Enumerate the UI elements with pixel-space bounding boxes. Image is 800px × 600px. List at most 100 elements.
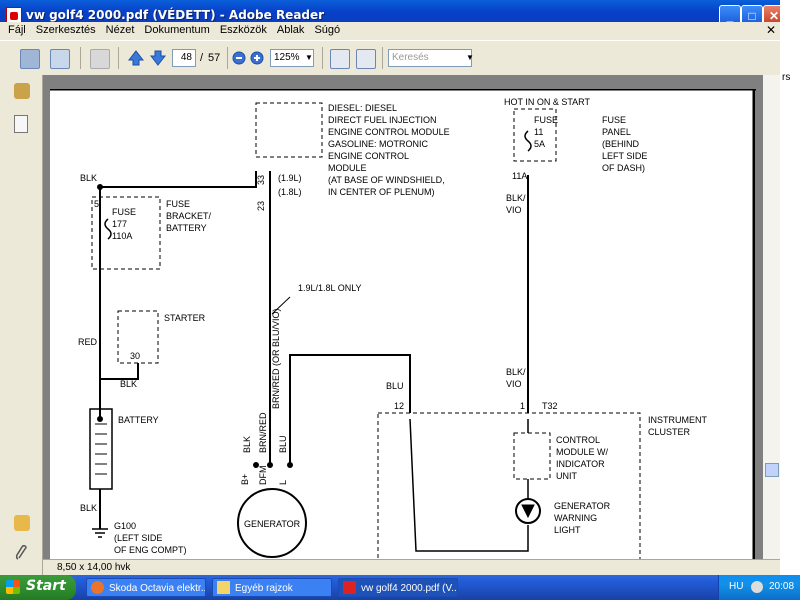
- search-input[interactable]: Keresés: [388, 49, 472, 67]
- page-number-input[interactable]: 48: [172, 49, 196, 67]
- pin-33-label: 33: [256, 175, 266, 185]
- fit-page-icon[interactable]: [330, 49, 350, 69]
- start-button[interactable]: Start: [0, 575, 76, 600]
- fuse11-line-3: 5A: [534, 139, 545, 149]
- hot-in-label: HOT IN ON & START: [504, 97, 591, 107]
- window-title: vw golf4 2000.pdf (VÉDETT) - Adobe Reade…: [26, 8, 325, 22]
- diesel-module-line-2: DIRECT FUEL INJECTION: [328, 115, 437, 125]
- next-page-icon[interactable]: [149, 49, 167, 67]
- vertical-scrollbar[interactable]: [763, 75, 780, 559]
- pin-23-label: 23: [256, 201, 266, 211]
- blu-top-label: BLU: [386, 381, 404, 391]
- engine-1-8-label: (1.8L): [278, 187, 302, 197]
- scroll-thumb[interactable]: [765, 463, 779, 477]
- diesel-module-line-7: (AT BASE OF WINDSHIELD,: [328, 175, 445, 185]
- control-module-line-3: INDICATOR: [556, 459, 605, 469]
- red-label: RED: [78, 337, 98, 347]
- language-indicator[interactable]: HU: [729, 581, 743, 592]
- only-note-label: 1.9L/1.8L ONLY: [298, 283, 362, 293]
- blk-vio-2-line-1: BLK/: [506, 367, 526, 377]
- g100-line-1: G100: [114, 521, 136, 531]
- email-icon[interactable]: [50, 49, 70, 69]
- blu-gen-label: BLU: [278, 435, 288, 453]
- previous-page-icon[interactable]: [127, 49, 145, 67]
- blk-vio-1-line-2: VIO: [506, 205, 522, 215]
- engine-1-9-label: (1.9L): [278, 173, 302, 183]
- battery-label: BATTERY: [118, 415, 159, 425]
- pin-12-label: 12: [394, 401, 404, 411]
- task-vw-golf4-pdf[interactable]: vw golf4 2000.pdf (V...: [338, 578, 458, 597]
- lock-icon[interactable]: [14, 83, 30, 99]
- pin-11a-label: 11A: [512, 171, 527, 181]
- fuse-panel-line-5: OF DASH): [602, 163, 645, 173]
- diesel-module-line-1: DIESEL: DIESEL: [328, 103, 397, 113]
- diesel-module-line-6: MODULE: [328, 163, 367, 173]
- task-skoda-octavia[interactable]: Skoda Octavia elektr...: [86, 578, 206, 597]
- fuse177-line-2: 177: [112, 219, 127, 229]
- gen-pin-b-plus: B+: [240, 474, 250, 485]
- generator-label: GENERATOR: [244, 519, 301, 529]
- fuse11-line-2: 11: [534, 127, 543, 137]
- firefox-icon: [91, 581, 104, 594]
- blk-gen-label: BLK: [242, 436, 252, 453]
- status-bar: 8,50 x 14,00 hvk: [43, 559, 780, 576]
- zoom-out-icon[interactable]: [232, 51, 246, 65]
- control-module-line-2: MODULE W/: [556, 447, 609, 457]
- starter-label: STARTER: [164, 313, 206, 323]
- control-module-line-4: UNIT: [556, 471, 577, 481]
- fuse-panel-line-3: (BEHIND: [602, 139, 640, 149]
- menu-bar: Fájl Szerkesztés Nézet Dokumentum Eszközök Ab…: [0, 22, 780, 40]
- adobe-reader-icon: [343, 581, 356, 594]
- blk-top-label: BLK: [80, 173, 97, 183]
- comments-icon[interactable]: [14, 515, 30, 531]
- menu-help[interactable]: Súgó: [309, 22, 345, 38]
- g100-line-2: (LEFT SIDE: [114, 533, 162, 543]
- search-dropdown-icon[interactable]: ▼: [466, 49, 474, 67]
- control-module-line-1: CONTROL: [556, 435, 600, 445]
- menu-document[interactable]: Dokumentum: [139, 22, 214, 38]
- fit-width-icon[interactable]: [356, 49, 376, 69]
- windows-logo-icon: [6, 580, 20, 594]
- wire-brn-red-or-label: BRN/RED (OR BLU/VIO): [271, 308, 281, 409]
- tray-icon[interactable]: [751, 581, 763, 593]
- blk-vio-2-line-2: VIO: [506, 379, 522, 389]
- chevron-down-icon[interactable]: ▼: [305, 49, 313, 67]
- attachment-icon[interactable]: [14, 544, 30, 561]
- taskbar: Start Skoda Octavia elektr... Egyéb rajz…: [0, 575, 800, 600]
- print-icon[interactable]: [20, 49, 40, 69]
- menu-edit[interactable]: Szerkesztés: [31, 22, 101, 38]
- diesel-module-line-3: ENGINE CONTROL MODULE: [328, 127, 450, 137]
- instrument-cluster-line-2: CLUSTER: [648, 427, 691, 437]
- gen-warning-line-3: LIGHT: [554, 525, 581, 535]
- fuse-bracket-line-3: BATTERY: [166, 223, 207, 233]
- instrument-cluster-line-1: INSTRUMENT: [648, 415, 707, 425]
- t32-label: T32: [542, 401, 558, 411]
- document-close-icon[interactable]: ✕: [765, 24, 777, 36]
- toolbar: 48 / 57 125% ▼ Keresés ▼: [0, 40, 780, 76]
- fuse177-line-1: FUSE: [112, 207, 136, 217]
- blk-ground-label: BLK: [80, 503, 97, 513]
- diesel-module-line-8: IN CENTER OF PLENUM): [328, 187, 435, 197]
- brn-red-label: BRN/RED: [258, 412, 268, 453]
- clock: 20:08: [769, 581, 795, 592]
- fuse-bracket-line-2: BRACKET/: [166, 211, 212, 221]
- menu-tools[interactable]: Eszközök: [215, 22, 272, 38]
- menu-window[interactable]: Ablak: [272, 22, 310, 38]
- blk-starter-label: BLK: [120, 379, 137, 389]
- system-tray: HU 20:08: [718, 575, 800, 600]
- document-view[interactable]: DIESEL: DIESEL DIRECT FUEL INJECTION ENG…: [43, 75, 763, 559]
- pages-icon[interactable]: [14, 115, 28, 133]
- find-icon[interactable]: [90, 49, 110, 69]
- zoom-in-icon[interactable]: [250, 51, 264, 65]
- page-size-label: 8,50 x 14,00 hvk: [57, 562, 131, 573]
- fuse11-line-1: FUSE: [534, 115, 558, 125]
- page-separator: /: [200, 52, 204, 64]
- fuse-panel-line-1: FUSE: [602, 115, 626, 125]
- blk-vio-1-line-1: BLK/: [506, 193, 526, 203]
- menu-file[interactable]: Fájl: [3, 22, 31, 38]
- pdf-page: DIESEL: DIESEL DIRECT FUEL INJECTION ENG…: [50, 89, 756, 559]
- start-label: Start: [26, 578, 66, 594]
- menu-view[interactable]: Nézet: [101, 22, 140, 38]
- fuse177-line-3: 110A: [112, 231, 132, 241]
- task-egyeb-rajzok[interactable]: Egyéb rajzok: [212, 578, 332, 597]
